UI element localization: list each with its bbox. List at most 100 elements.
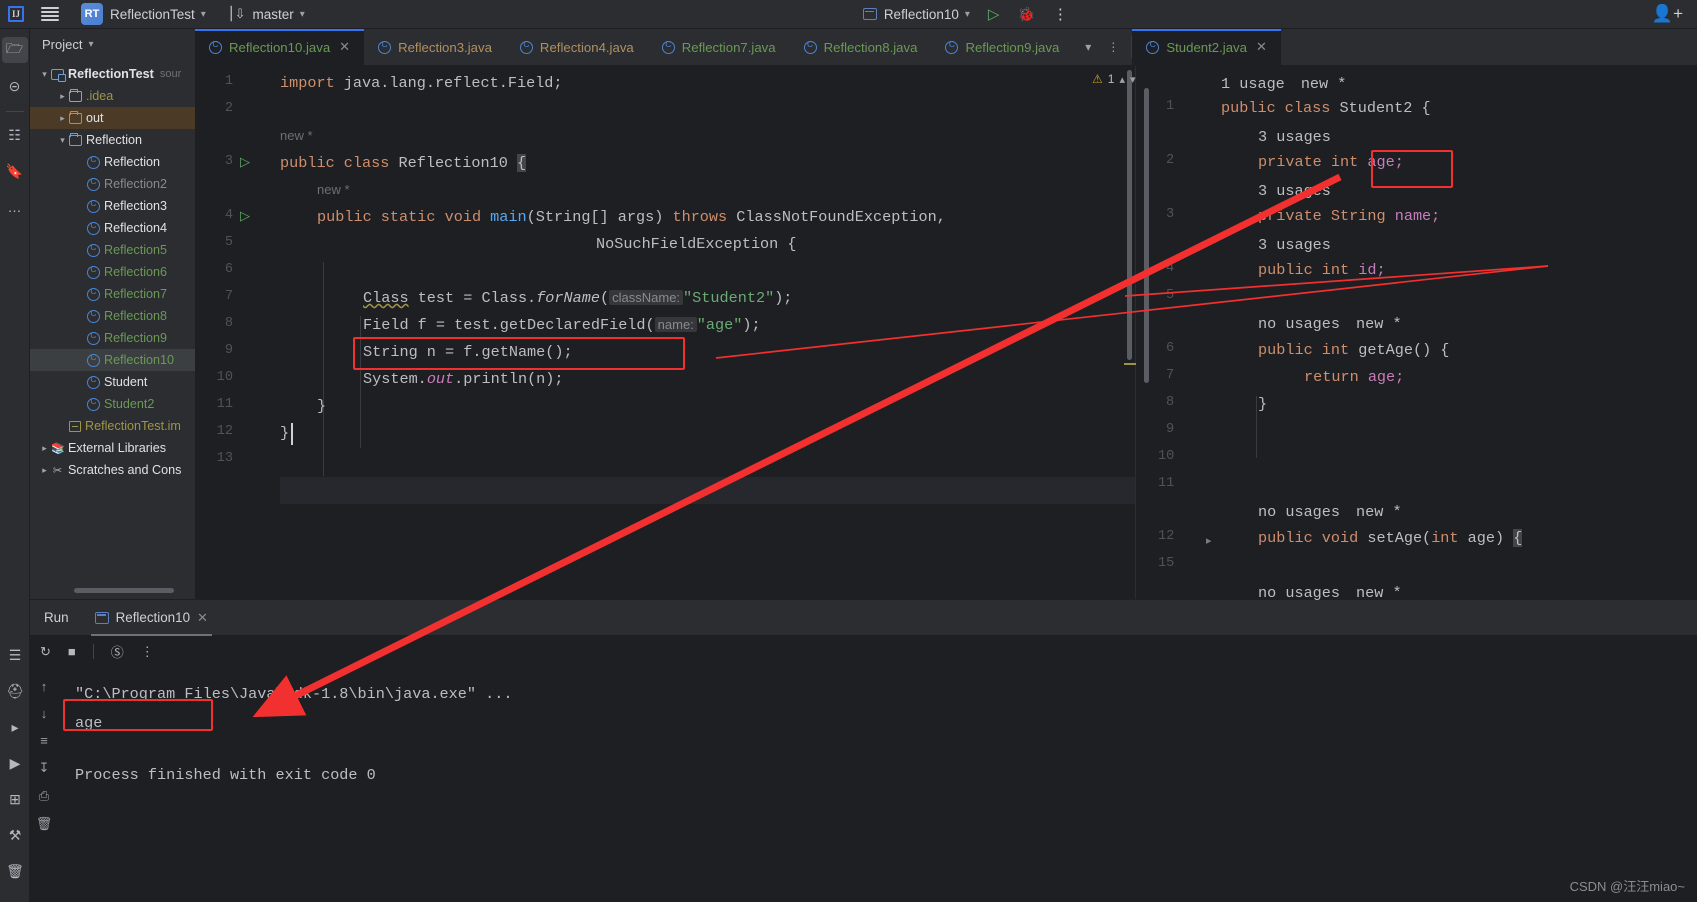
editor-gutter[interactable]: 1 2 3 ▷ 4 ▷ 5 6 7 8 9 10 11 12 13: [195, 66, 280, 599]
editor-reflection10[interactable]: 1 2 3 ▷ 4 ▷ 5 6 7 8 9 10 11 12 13 import java.lang.ref…: [195, 66, 1135, 599]
run-config-label[interactable]: Reflection10: [884, 7, 959, 22]
print-icon[interactable]: ⎙: [39, 788, 49, 804]
tab-overflow-chevron-down-icon[interactable]: ▾: [1085, 40, 1091, 54]
run-tab-reflection10[interactable]: Reflection10 ✕: [90, 600, 213, 636]
scroll-up-icon[interactable]: ↑: [41, 679, 48, 694]
run-icon[interactable]: ▷: [988, 5, 1000, 23]
tree-item-reflection6[interactable]: Reflection6: [30, 261, 195, 283]
tree-expand-chevron-icon[interactable]: ▸: [38, 443, 51, 454]
problems-tool-icon[interactable]: ⛑: [2, 678, 28, 704]
editor-code-area[interactable]: import java.lang.reflect.Field; new * pu…: [280, 66, 1135, 599]
tree-item-student2[interactable]: Student2: [30, 393, 195, 415]
code-line-5: NoSuchFieldException {: [596, 235, 797, 253]
tree-item-reflection8[interactable]: Reflection8: [30, 305, 195, 327]
editor-tab-student2-java[interactable]: Student2.java ✕: [1132, 29, 1281, 65]
project-tool-window: Project ▾ ▾ ReflectionTest sour ▸ .idea ▸ out ▾…: [30, 29, 195, 599]
stop-icon[interactable]: ■: [68, 644, 76, 659]
tree-item-reflection9[interactable]: Reflection9: [30, 327, 195, 349]
project-name-label[interactable]: ReflectionTest: [110, 7, 195, 22]
tree-item-reflectiontest-im[interactable]: ReflectionTest.im: [30, 415, 195, 437]
tree-expand-chevron-icon[interactable]: ▾: [56, 135, 69, 146]
bookmarks-tool-icon[interactable]: 🔖: [2, 158, 28, 184]
scroll-down-icon[interactable]: ↓: [41, 706, 48, 721]
tree-item-reflection[interactable]: ▾ Reflection: [30, 129, 195, 151]
editor-tab-reflection4-java[interactable]: Reflection4.java: [506, 29, 648, 65]
tree-item-reflectiontest[interactable]: ▾ ReflectionTest sour: [30, 63, 195, 85]
project-chevron-down-icon[interactable]: ▾: [201, 9, 206, 20]
inlay-usage-age[interactable]: 3 usages: [1258, 128, 1331, 146]
tree-item-label: Student: [104, 375, 148, 389]
soft-wrap-icon[interactable]: ≡: [40, 733, 48, 748]
editor-tab-reflection8-java[interactable]: Reflection8.java: [790, 29, 932, 65]
editor-tab-reflection10-java[interactable]: Reflection10.java ✕: [195, 29, 365, 65]
project-horizontal-scrollbar[interactable]: [74, 588, 174, 593]
editor-tab-reflection7-java[interactable]: Reflection7.java: [648, 29, 790, 65]
run-tool-icon[interactable]: ▶: [2, 750, 28, 776]
toolbar-more-vertical-icon[interactable]: ⋮: [1053, 5, 1068, 23]
close-icon[interactable]: ✕: [339, 39, 350, 55]
hamburger-menu-icon[interactable]: [41, 7, 59, 21]
filter-icon[interactable]: Ⓢ: [111, 642, 124, 661]
run-config-icon: [94, 611, 109, 624]
debug-icon[interactable]: 🐞: [1017, 6, 1034, 23]
console-output[interactable]: "C:\Program Files\Java\jdk-1.8\bin\java.…: [75, 667, 1697, 902]
usage-count-getage[interactable]: no usages: [1258, 315, 1340, 333]
line-number: 2: [224, 101, 233, 116]
project-tool-icon[interactable]: 🗁: [1, 37, 28, 63]
tree-item-reflection[interactable]: Reflection: [30, 151, 195, 173]
usage-count-class[interactable]: 1 usage: [1221, 75, 1285, 93]
gutter-run-icon[interactable]: ▷: [240, 208, 250, 224]
fold-expand-chevron-icon[interactable]: ▸: [1206, 534, 1212, 547]
rerun-icon[interactable]: ↻: [40, 644, 51, 660]
tree-item-reflection4[interactable]: Reflection4: [30, 217, 195, 239]
terminal-tool-icon[interactable]: ⊞: [2, 786, 28, 812]
commit-tool-icon[interactable]: ⊝: [2, 73, 28, 99]
build-tool-icon[interactable]: ⚒: [2, 822, 28, 848]
tree-item--idea[interactable]: ▸ .idea: [30, 85, 195, 107]
tree-item-scratches-and-cons[interactable]: ▸ ✂ Scratches and Cons: [30, 459, 195, 481]
tree-expand-chevron-icon[interactable]: ▸: [56, 91, 69, 102]
close-icon[interactable]: ✕: [197, 610, 208, 626]
prev-problem-chevron-up-icon[interactable]: ▴: [1119, 73, 1125, 86]
gutter-run-icon[interactable]: ▷: [240, 154, 250, 170]
run-more-vertical-icon[interactable]: ⋮: [141, 644, 154, 660]
inlay-usage-id[interactable]: 3 usages: [1258, 236, 1331, 254]
editor-tab-reflection3-java[interactable]: Reflection3.java: [364, 29, 506, 65]
editor-inspection-widget[interactable]: ⚠ 1 ▴ ▾: [1092, 72, 1136, 86]
tree-item-reflection3[interactable]: Reflection3: [30, 195, 195, 217]
tree-item-reflection7[interactable]: Reflection7: [30, 283, 195, 305]
usage-count-setage[interactable]: no usages: [1258, 503, 1340, 521]
tree-item-reflection2[interactable]: Reflection2: [30, 173, 195, 195]
student2-vertical-scrollbar[interactable]: [1144, 88, 1149, 383]
editor-student2[interactable]: 1 2 3 4 5 6 7 8 9 10 11 12 15 ▸ 1 usage new * public …: [1124, 66, 1697, 602]
tree-item-reflection5[interactable]: Reflection5: [30, 239, 195, 261]
iml-file-icon: [69, 420, 81, 432]
close-icon[interactable]: ✕: [1256, 39, 1267, 55]
branch-name-label[interactable]: master: [253, 7, 294, 22]
watermark-label: CSDN @汪汪miao~: [1569, 879, 1685, 894]
tree-expand-chevron-icon[interactable]: ▸: [56, 113, 69, 124]
project-panel-chevron-down-icon[interactable]: ▾: [88, 39, 93, 50]
tree-item-student[interactable]: Student: [30, 371, 195, 393]
tree-item-reflection10[interactable]: Reflection10: [30, 349, 195, 371]
run-config-chevron-down-icon[interactable]: ▾: [965, 9, 970, 20]
delete-tool-icon[interactable]: 🗑: [2, 858, 28, 884]
next-problem-chevron-down-icon[interactable]: ▾: [1130, 73, 1136, 86]
tab-options-more-vertical-icon[interactable]: ⋮: [1107, 40, 1119, 54]
tree-expand-chevron-icon[interactable]: ▾: [38, 69, 51, 80]
inlay-usage-name[interactable]: 3 usages: [1258, 182, 1331, 200]
editor-tab-reflection9-java[interactable]: Reflection9.java: [931, 29, 1073, 65]
services-tool-icon[interactable]: ▸: [2, 714, 28, 740]
branch-chevron-down-icon[interactable]: ▾: [300, 9, 305, 20]
structure-tool-icon[interactable]: ☷: [2, 122, 28, 148]
add-user-icon[interactable]: 👤+: [1652, 4, 1683, 24]
more-tools-icon[interactable]: …: [2, 194, 28, 220]
clear-console-icon[interactable]: 🗑: [36, 816, 53, 832]
tree-item-external-libraries[interactable]: ▸ 📚 External Libraries: [30, 437, 195, 459]
todo-tool-icon[interactable]: ☰: [2, 642, 28, 668]
tree-expand-chevron-icon[interactable]: ▸: [38, 465, 51, 476]
student2-code-area[interactable]: 1 usage new * public class Student2 { 3 u…: [1221, 66, 1697, 602]
scroll-end-icon[interactable]: ↧: [39, 760, 50, 776]
tree-item-out[interactable]: ▸ out: [30, 107, 195, 129]
editor-vertical-scrollbar[interactable]: [1127, 70, 1132, 360]
